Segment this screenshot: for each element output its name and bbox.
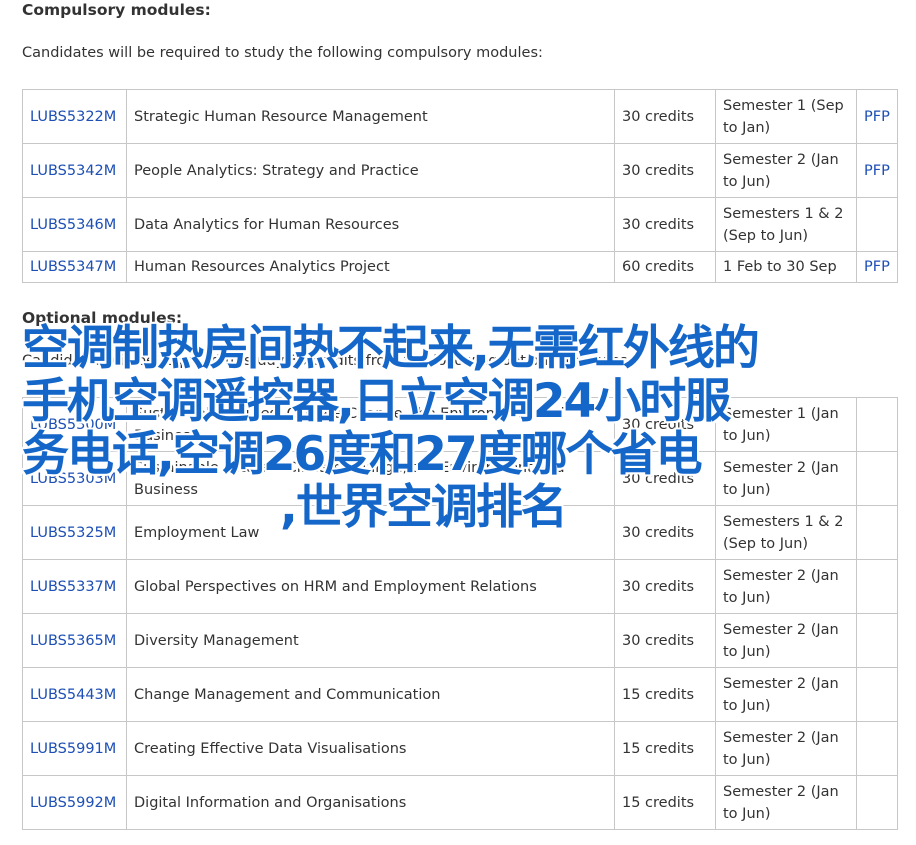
module-code-cell: LUBS5992M <box>22 775 127 830</box>
compulsory-heading: Compulsory modules: <box>22 1 211 19</box>
module-code-link[interactable]: LUBS5992M <box>30 795 116 811</box>
module-title: Global Perspectives on HRM and Employmen… <box>126 559 615 614</box>
module-row: LUBS5342M People Analytics: Strategy and … <box>22 143 898 198</box>
module-semester: Semester 2 (Jan to Jun) <box>715 775 857 830</box>
module-semester: Semester 2 (Jan to Jun) <box>715 143 857 198</box>
module-pfp-cell: PFP <box>856 251 898 283</box>
module-row: LUBS5347M Human Resources Analytics Proje… <box>22 251 898 283</box>
module-code-cell: LUBS5443M <box>22 667 127 722</box>
module-code-link[interactable]: LUBS5337M <box>30 579 116 595</box>
module-semester: Semester 2 (Jan to Jun) <box>715 613 857 668</box>
module-pfp-cell: PFP <box>856 89 898 144</box>
module-pfp-cell <box>856 613 898 668</box>
module-pfp-cell <box>856 775 898 830</box>
module-code-cell: LUBS5347M <box>22 251 127 283</box>
module-code-cell: LUBS5337M <box>22 559 127 614</box>
module-credits: 30 credits <box>614 613 716 668</box>
module-semester: Semester 1 (Sep to Jan) <box>715 89 857 144</box>
module-pfp-cell: PFP <box>856 143 898 198</box>
module-semester: Semester 2 (Jan to Jun) <box>715 721 857 776</box>
module-title: Creating Effective Data Visualisations <box>126 721 615 776</box>
compulsory-modules-table: LUBS5322M Strategic Human Resource Manage… <box>22 89 898 283</box>
compulsory-intro: Candidates will be required to study the… <box>22 45 543 61</box>
pfp-link[interactable]: PFP <box>864 259 890 275</box>
module-code-link[interactable]: LUBS5347M <box>30 259 116 275</box>
module-title: Human Resources Analytics Project <box>126 251 615 283</box>
module-row: LUBS5337M Global Perspectives on HRM and … <box>22 559 898 614</box>
module-title: Strategic Human Resource Management <box>126 89 615 144</box>
module-code-link[interactable]: LUBS5365M <box>30 633 116 649</box>
module-code-cell: LUBS5365M <box>22 613 127 668</box>
module-credits: 30 credits <box>614 89 716 144</box>
module-row: LUBS5346M Data Analytics for Human Resour… <box>22 197 898 252</box>
module-pfp-cell <box>856 667 898 722</box>
module-code-link[interactable]: LUBS5346M <box>30 217 116 233</box>
spam-text-overlay: 空调制热房间热不起来,无需红外线的 手机空调遥控器,日立空调24小时服 务电话,… <box>22 322 882 534</box>
module-pfp-cell <box>856 559 898 614</box>
module-semester: Semester 2 (Jan to Jun) <box>715 559 857 614</box>
module-title: Digital Information and Organisations <box>126 775 615 830</box>
module-row: LUBS5443M Change Management and Communica… <box>22 667 898 722</box>
module-credits: 15 credits <box>614 775 716 830</box>
module-row: LUBS5365M Diversity Management 30 credits S… <box>22 613 898 668</box>
module-code-cell: LUBS5322M <box>22 89 127 144</box>
module-title: People Analytics: Strategy and Practice <box>126 143 615 198</box>
overlay-line: 务电话,空调26度和27度哪个省电 <box>22 427 703 482</box>
module-code-link[interactable]: LUBS5342M <box>30 163 116 179</box>
module-pfp-cell <box>856 197 898 252</box>
module-title: Diversity Management <box>126 613 615 668</box>
pfp-link[interactable]: PFP <box>864 109 890 125</box>
module-title: Data Analytics for Human Resources <box>126 197 615 252</box>
overlay-line: 手机空调遥控器,日立空调24小时服 <box>22 374 731 429</box>
module-credits: 30 credits <box>614 197 716 252</box>
module-title: Change Management and Communication <box>126 667 615 722</box>
module-code-cell: LUBS5346M <box>22 197 127 252</box>
module-code-link[interactable]: LUBS5322M <box>30 109 116 125</box>
module-row: LUBS5991M Creating Effective Data Visuali… <box>22 721 898 776</box>
module-pfp-cell <box>856 721 898 776</box>
pfp-link[interactable]: PFP <box>864 163 890 179</box>
overlay-line: 空调制热房间热不起来,无需红外线的 <box>22 321 760 376</box>
module-semester: 1 Feb to 30 Sep <box>715 251 857 283</box>
module-credits: 30 credits <box>614 559 716 614</box>
module-semester: Semester 2 (Jan to Jun) <box>715 667 857 722</box>
module-semester: Semesters 1 & 2 (Sep to Jun) <box>715 197 857 252</box>
module-row: LUBS5992M Digital Information and Organis… <box>22 775 898 830</box>
module-credits: 15 credits <box>614 667 716 722</box>
module-credits: 15 credits <box>614 721 716 776</box>
module-code-link[interactable]: LUBS5991M <box>30 741 116 757</box>
module-code-link[interactable]: LUBS5443M <box>30 687 116 703</box>
module-code-cell: LUBS5342M <box>22 143 127 198</box>
module-row: LUBS5322M Strategic Human Resource Manage… <box>22 89 898 144</box>
module-code-cell: LUBS5991M <box>22 721 127 776</box>
overlay-line: ,世界空调排名 <box>280 480 568 535</box>
module-credits: 60 credits <box>614 251 716 283</box>
module-credits: 30 credits <box>614 143 716 198</box>
